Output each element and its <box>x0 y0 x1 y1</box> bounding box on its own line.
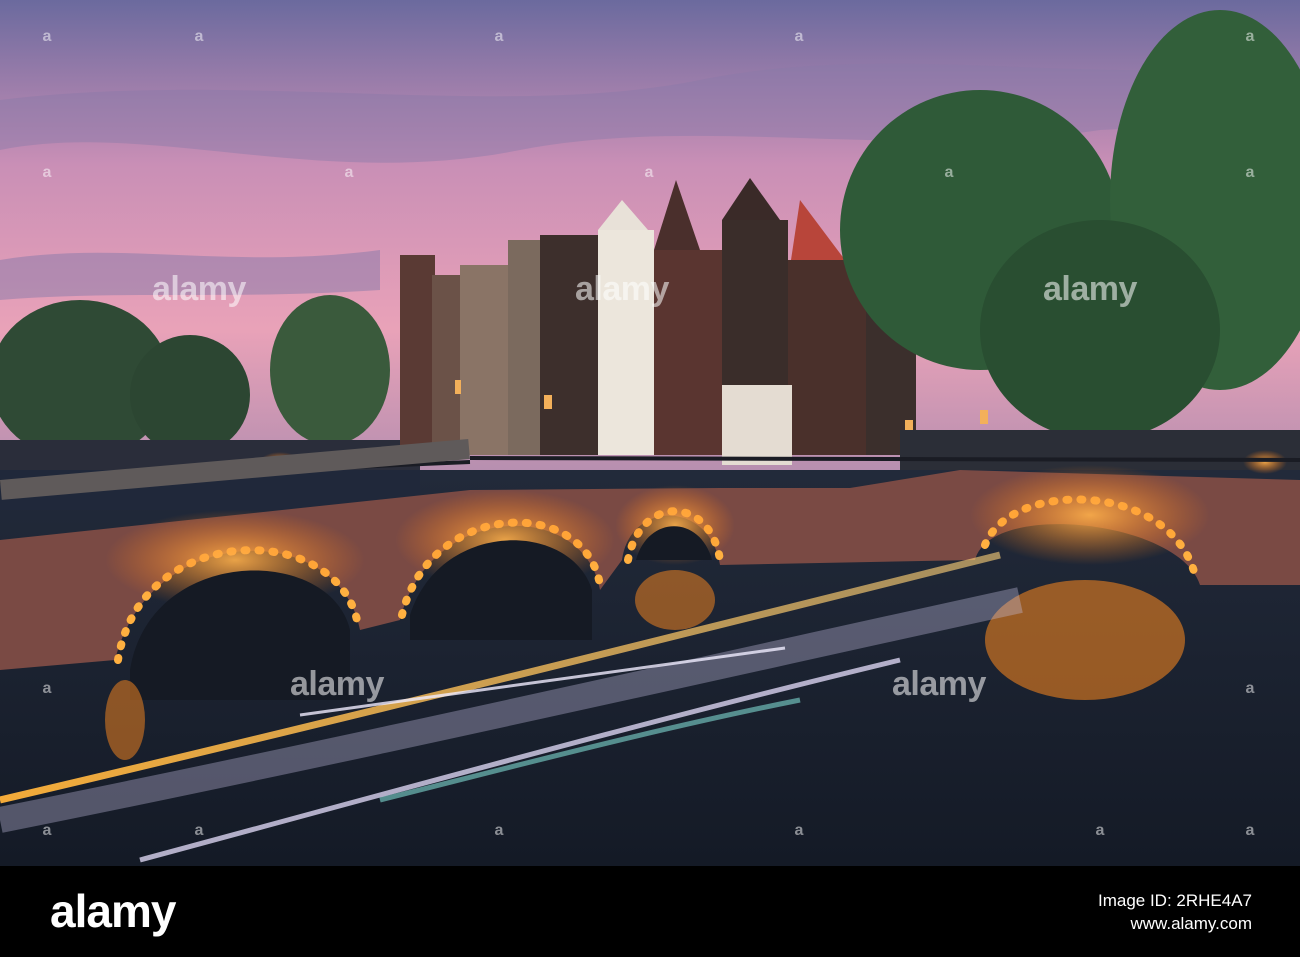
far-bridge-glow <box>1243 450 1287 474</box>
watermark-mark: a <box>42 28 52 45</box>
watermark-mark: a <box>494 822 504 839</box>
canal-scene <box>0 0 1300 866</box>
watermark-mark: a <box>1095 822 1105 839</box>
watermark-mark: a <box>42 680 52 697</box>
watermark-mark: a <box>794 822 804 839</box>
watermark-mark: a <box>1245 680 1255 697</box>
watermark-lower: alamy <box>290 665 384 703</box>
tree-right <box>980 220 1220 440</box>
watermark-mark: a <box>644 164 654 181</box>
footer-logo: alamy <box>50 885 176 937</box>
watermark-mark: a <box>1245 28 1255 45</box>
right-bank <box>900 430 1300 470</box>
watermark-mark: a <box>42 822 52 839</box>
photo: alamy alamy alamy alamy alamy a a a a a … <box>0 0 1300 866</box>
watermark-center: alamy <box>575 270 669 308</box>
watermark-lower-right: alamy <box>892 665 986 703</box>
tree-left <box>130 335 250 455</box>
watermark-mark: a <box>194 822 204 839</box>
image-id: Image ID: 2RHE4A7 <box>1097 891 1252 910</box>
footer-url[interactable]: www.alamy.com <box>1130 914 1252 934</box>
watermark-mark: a <box>42 164 52 181</box>
watermark-mark: a <box>794 28 804 45</box>
watermark-mark: a <box>494 28 504 45</box>
footer-bar: alamy Image ID: 2RHE4A7 www.alamy.com <box>0 866 1300 957</box>
watermark-mark: a <box>1245 822 1255 839</box>
reflection <box>635 570 715 630</box>
watermark-right: alamy <box>1043 270 1137 308</box>
tree-left <box>270 295 390 445</box>
watermark-mark: a <box>194 28 204 45</box>
watermark-mark: a <box>344 164 354 181</box>
watermark-left: alamy <box>152 270 246 308</box>
watermark-mark: a <box>944 164 954 181</box>
watermark-mark: a <box>1245 164 1255 181</box>
reflection <box>105 680 145 760</box>
